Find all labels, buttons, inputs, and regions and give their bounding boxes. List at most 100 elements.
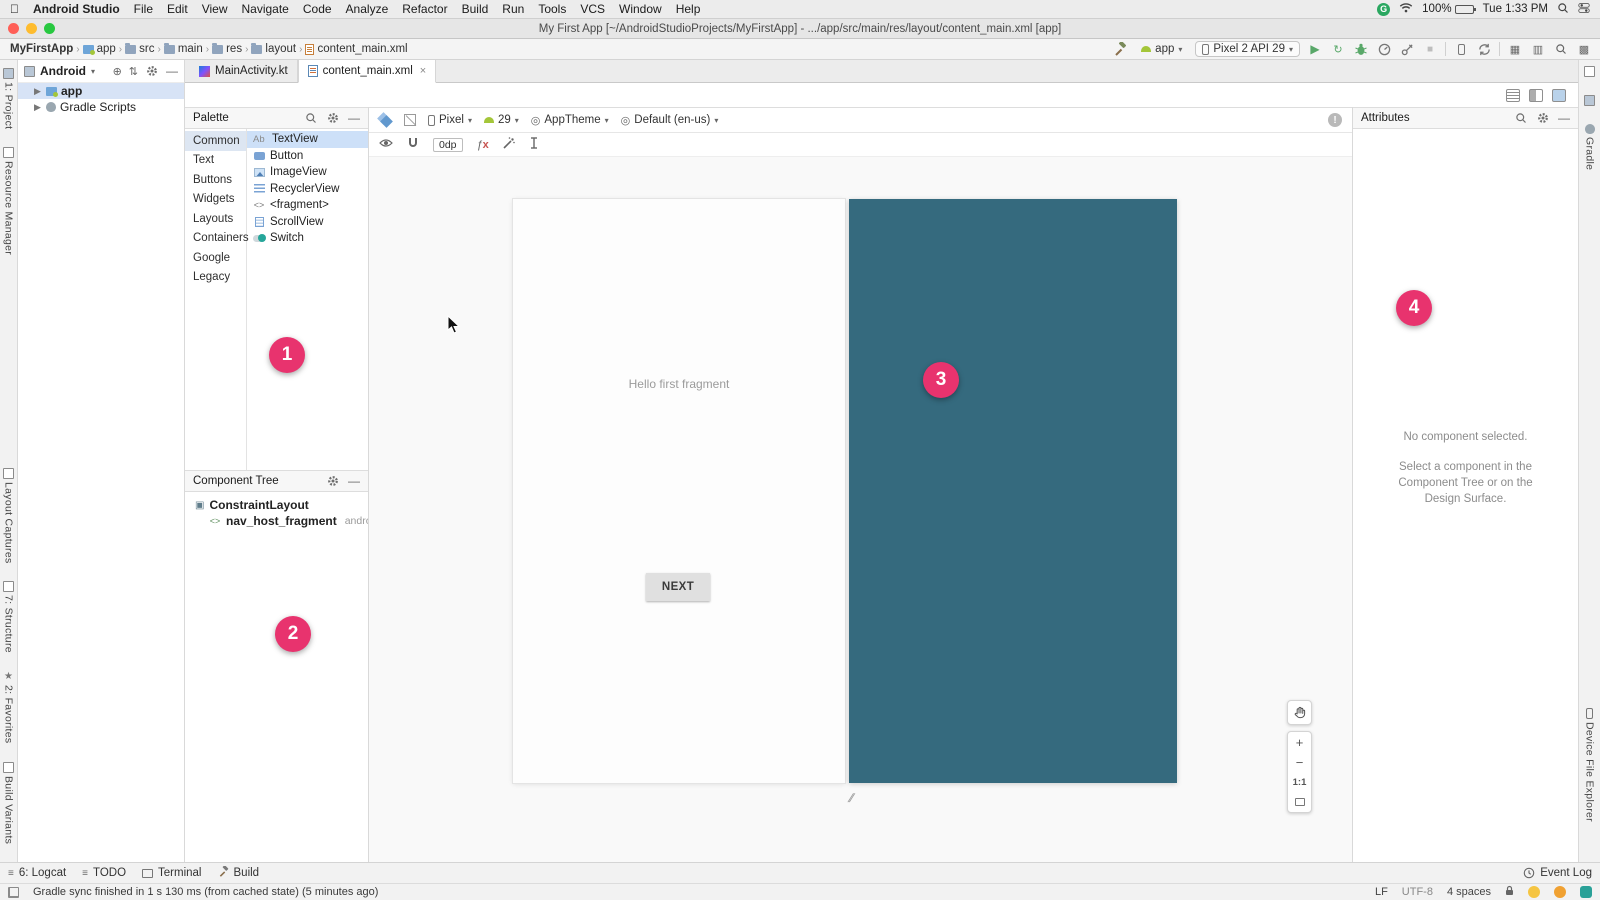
breadcrumb-project[interactable]: MyFirstApp: [8, 43, 75, 55]
run-button[interactable]: ▶: [1307, 41, 1323, 57]
project-tree-row-app[interactable]: ▶ app: [18, 83, 184, 99]
scope-icon[interactable]: ⊕: [113, 65, 122, 78]
menu-edit[interactable]: Edit: [167, 2, 188, 16]
toolwindow-logcat[interactable]: ≡ 6: Logcat: [8, 867, 66, 879]
tree-row-constraintlayout[interactable]: ▣ ConstraintLayout: [185, 497, 368, 513]
category-layouts[interactable]: Layouts: [185, 209, 246, 229]
collapse-all-icon[interactable]: ⇅: [129, 65, 138, 78]
lock-icon[interactable]: [1505, 885, 1514, 899]
highlighting-level-icon[interactable]: [1528, 886, 1540, 898]
toolstripe-layout-captures[interactable]: Layout Captures: [3, 468, 15, 564]
tab-content-main[interactable]: content_main.xml ×: [298, 60, 437, 83]
toolstripe-project[interactable]: 1: Project: [3, 68, 15, 129]
category-google[interactable]: Google: [185, 248, 246, 268]
stop-button[interactable]: ■: [1422, 41, 1438, 57]
blueprint-preview[interactable]: [849, 199, 1177, 783]
component-fragment[interactable]: <> <fragment>: [247, 197, 368, 214]
api-level-dropdown[interactable]: 29 ▾: [484, 114, 519, 126]
component-button[interactable]: Button: [247, 148, 368, 165]
design-view-icon[interactable]: [1552, 89, 1566, 102]
code-view-icon[interactable]: [1506, 89, 1520, 102]
app-menu[interactable]: Android Studio: [33, 2, 120, 16]
toolstripe-structure[interactable]: 7: Structure: [3, 581, 15, 653]
close-tab-icon[interactable]: ×: [420, 65, 426, 77]
hello-textview[interactable]: Hello first fragment: [513, 377, 845, 391]
view-options-eye-icon[interactable]: [379, 138, 393, 151]
menu-help[interactable]: Help: [676, 2, 701, 16]
hide-panel-icon[interactable]: —: [348, 112, 360, 124]
blueprint-off-icon[interactable]: [404, 114, 416, 126]
search-everywhere-icon[interactable]: [1553, 41, 1569, 57]
gear-icon[interactable]: [1536, 111, 1550, 125]
theme-dropdown[interactable]: ◎ AppTheme ▾: [531, 114, 609, 127]
hide-panel-icon[interactable]: —: [348, 475, 360, 487]
pan-tool-button[interactable]: [1287, 700, 1312, 725]
menu-file[interactable]: File: [134, 2, 153, 16]
toolwindow-build[interactable]: Build: [218, 866, 260, 880]
toolstripe-device-file-explorer[interactable]: Device File Explorer: [1584, 708, 1596, 822]
component-switch[interactable]: Switch: [247, 230, 368, 247]
category-common[interactable]: Common: [185, 131, 246, 151]
issues-indicator-icon[interactable]: !: [1328, 113, 1342, 127]
gear-icon[interactable]: [326, 474, 340, 488]
toolwindow-todo[interactable]: ≡ TODO: [82, 867, 126, 879]
hide-panel-icon[interactable]: —: [166, 65, 178, 77]
line-separator-widget[interactable]: LF: [1375, 886, 1388, 898]
device-selector[interactable]: Pixel 2 API 29 ▾: [1195, 41, 1300, 57]
layout-inspector-icon[interactable]: ▩: [1576, 41, 1592, 57]
toolstripe-resource-manager[interactable]: Resource Manager: [3, 147, 15, 255]
menu-refactor[interactable]: Refactor: [402, 2, 447, 16]
toolstripe-favorites[interactable]: ★ 2: Favorites: [3, 671, 15, 743]
expand-arrow-icon[interactable]: ▶: [34, 102, 42, 113]
breadcrumb-app[interactable]: app: [81, 43, 118, 55]
autoconnect-magnet-icon[interactable]: [407, 137, 419, 152]
expand-arrow-icon[interactable]: ▶: [34, 86, 42, 97]
grammarly-icon[interactable]: G: [1377, 3, 1390, 16]
menu-view[interactable]: View: [202, 2, 228, 16]
avd-manager-icon[interactable]: ▥: [1530, 41, 1546, 57]
theme-indicator-icon[interactable]: [1580, 886, 1592, 898]
split-view-icon[interactable]: [1529, 89, 1543, 102]
minimize-window-button[interactable]: [26, 23, 37, 34]
clear-constraints-icon[interactable]: ƒx: [477, 139, 489, 151]
breadcrumb-layout[interactable]: layout: [249, 43, 298, 55]
breadcrumb-file[interactable]: content_main.xml: [303, 43, 409, 55]
component-scrollview[interactable]: ScrollView: [247, 214, 368, 231]
debug-icon[interactable]: [1353, 41, 1369, 57]
toolstripe-gradle[interactable]: Gradle: [1584, 124, 1596, 170]
toolwindow-toggle-icon[interactable]: [8, 887, 19, 898]
zoom-window-button[interactable]: [44, 23, 55, 34]
preview-resize-handle[interactable]: //: [846, 791, 854, 805]
close-window-button[interactable]: [8, 23, 19, 34]
menu-analyze[interactable]: Analyze: [346, 2, 389, 16]
menu-tools[interactable]: Tools: [538, 2, 566, 16]
zoom-level[interactable]: 1:1: [1288, 772, 1311, 792]
gear-icon[interactable]: [145, 64, 159, 78]
encoding-widget[interactable]: UTF-8: [1402, 886, 1433, 898]
inspections-icon[interactable]: [1554, 886, 1566, 898]
search-icon[interactable]: [1514, 111, 1528, 125]
run-config-selector[interactable]: app ▾: [1135, 42, 1188, 56]
gear-icon[interactable]: [326, 111, 340, 125]
breadcrumb-main[interactable]: main: [162, 43, 205, 55]
indent-widget[interactable]: 4 spaces: [1447, 886, 1491, 898]
menu-vcs[interactable]: VCS: [580, 2, 605, 16]
menu-build[interactable]: Build: [462, 2, 489, 16]
menu-window[interactable]: Window: [619, 2, 662, 16]
apple-menu-icon[interactable]: : [10, 2, 19, 16]
design-preview[interactable]: Hello first fragment NEXT: [513, 199, 845, 783]
design-mode-icon[interactable]: [379, 114, 392, 127]
component-recyclerview[interactable]: RecyclerView: [247, 181, 368, 198]
guideline-icon[interactable]: [529, 137, 539, 152]
default-margins-selector[interactable]: 0dp: [433, 138, 463, 152]
wifi-icon[interactable]: [1399, 2, 1413, 16]
menu-run[interactable]: Run: [502, 2, 524, 16]
next-button[interactable]: NEXT: [646, 573, 710, 601]
apply-changes-icon[interactable]: ↻: [1330, 41, 1346, 57]
menu-code[interactable]: Code: [303, 2, 332, 16]
battery-indicator[interactable]: 100%: [1422, 3, 1473, 15]
attach-debugger-icon[interactable]: [1399, 41, 1415, 57]
hide-panel-icon[interactable]: —: [1558, 112, 1570, 124]
menubar-clock[interactable]: Tue 1:33 PM: [1483, 3, 1548, 15]
tab-mainactivity[interactable]: MainActivity.kt: [190, 60, 298, 82]
